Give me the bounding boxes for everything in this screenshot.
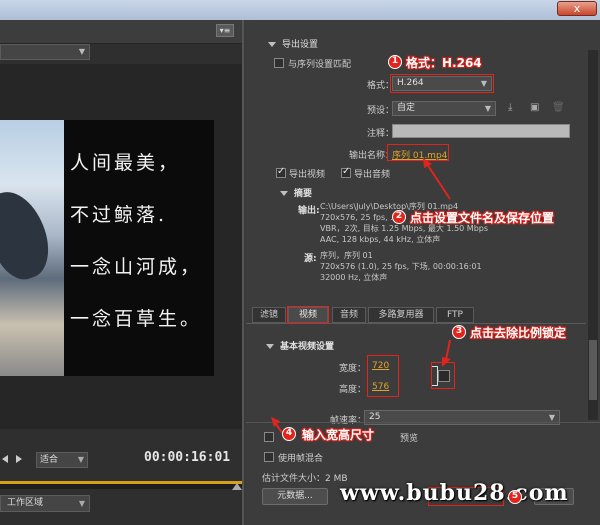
width-label: 宽度： (338, 364, 366, 374)
step-back-icon[interactable] (2, 455, 8, 463)
summary-line: 720x576 (1.0), 25 fps, 下场, 00:00:16:01 (320, 262, 482, 271)
annotation-text: 输入宽高尺寸 (302, 428, 375, 442)
source-toolbar: ▾≡ (0, 20, 242, 44)
summary-output-key: 输出: (298, 206, 320, 216)
metadata-button[interactable]: 元数据... (262, 488, 328, 505)
annotation-badge: 5 (508, 490, 522, 504)
frame-blend-checkbox[interactable] (264, 452, 274, 462)
output-name-highlight (387, 144, 449, 161)
source-dropdown[interactable]: ▼ (0, 44, 90, 60)
tab-ftp[interactable]: FTP (436, 307, 474, 323)
annotation-badge: 4 (282, 427, 296, 441)
match-sequence-checkbox[interactable] (274, 58, 284, 68)
output-name-label: 输出名称： (348, 151, 394, 161)
site-watermark: www.bubu28.com (340, 480, 569, 506)
annotation-badge: 1 (388, 55, 402, 69)
export-settings-panel: 导出设置 与序列设置匹配 格式： H.264 ▼ 预设： 自定 ▼ ⤓ ▣ 🗑 注释… (246, 20, 600, 525)
tab-multiplexer[interactable]: 多路复用器 (368, 307, 434, 323)
summary-line: 32000 Hz, 立体声 (320, 273, 388, 282)
poem-line: 不过鲸落. (70, 204, 168, 226)
delete-preset-icon[interactable]: 🗑 (552, 102, 565, 113)
import-preset-icon[interactable]: ▣ (530, 102, 539, 113)
summary-line: AAC, 128 kbps, 44 kHz, 立体声 (320, 235, 441, 244)
chevron-down-icon: ▼ (484, 104, 491, 113)
tab-audio[interactable]: 音频 (332, 307, 366, 323)
format-label: 格式： (366, 81, 394, 91)
annotation-badge: 2 (392, 210, 406, 224)
chevron-down-icon: ▼ (78, 47, 85, 56)
preset-select[interactable]: 自定 ▼ (392, 101, 496, 116)
zoom-value: 适合 (40, 455, 59, 465)
frame-blend-label: 使用帧混合 (278, 454, 324, 464)
step-forward-icon[interactable] (16, 455, 22, 463)
summary-header[interactable]: 摘要 (280, 186, 312, 199)
preset-label: 预设： (366, 106, 394, 116)
height-label: 高度： (338, 385, 366, 395)
export-audio-label: 导出音频 (354, 170, 391, 180)
workspace-label: 工作区域 (7, 498, 44, 508)
tab-video-highlight (287, 306, 329, 324)
workspace-dropdown[interactable]: 工作区域 ▼ (0, 495, 90, 512)
poem-line: 人间最美， (70, 152, 181, 174)
video-preview: 人间最美， 不过鲸落. 一念山河成， 一念百草生。 (0, 120, 214, 376)
framerate-value: 25 (369, 412, 381, 422)
export-audio-checkbox[interactable] (341, 166, 351, 178)
source-timeline[interactable] (0, 481, 242, 489)
source-monitor-panel: ▾≡ ▼ 人间最美， 不过鲸落. 一念山河成， 一念百草生。 适合 ▼ 00:00… (0, 20, 244, 525)
tab-filters[interactable]: 滤镜 (252, 307, 286, 323)
preset-value: 自定 (397, 103, 416, 113)
summary-source-key: 源: (304, 254, 317, 264)
chevron-down-icon: ▼ (78, 499, 85, 508)
chevron-down-icon: ▼ (77, 455, 84, 464)
timeline-end-marker-icon[interactable] (232, 483, 242, 490)
export-video-label: 导出视频 (289, 170, 326, 180)
export-video-checkbox[interactable] (276, 166, 286, 178)
panel-menu-icon[interactable]: ▾≡ (216, 24, 234, 37)
match-sequence-label: 与序列设置匹配 (288, 60, 352, 70)
whale-image (0, 120, 64, 376)
basic-video-header[interactable]: 基本视频设置 (266, 339, 334, 352)
export-settings-header[interactable]: 导出设置 (268, 37, 318, 50)
framerate-label: 帧速率： (329, 416, 366, 426)
poem-text: 人间最美， 不过鲸落. 一念山河成， 一念百草生。 (70, 148, 210, 356)
bottom-divider (246, 422, 600, 423)
scrollbar-thumb[interactable] (589, 340, 597, 400)
window-close-button[interactable]: x (557, 1, 597, 16)
annotation-text: 点击设置文件名及保存位置 (410, 211, 555, 225)
window-titlebar (0, 0, 600, 20)
basic-video-title: 基本视频设置 (280, 342, 335, 352)
playback-controls: 适合 ▼ 00:00:16:01 (0, 448, 242, 472)
zoom-select[interactable]: 适合 ▼ (36, 452, 88, 468)
timecode-display: 00:00:16:01 (144, 450, 231, 465)
collapse-triangle-icon (266, 344, 274, 349)
collapse-triangle-icon (268, 42, 276, 47)
aspect-lock-highlight (431, 362, 455, 389)
annotation-badge: 3 (452, 325, 466, 339)
annotation-text: 格式：H.264 (406, 56, 482, 70)
poem-line: 一念百草生。 (70, 308, 203, 330)
comment-input[interactable] (392, 124, 570, 138)
preview-option-checkbox[interactable] (264, 432, 274, 442)
annotation-text: 点击去除比例锁定 (470, 326, 567, 340)
preview-option-label: 预览 (400, 434, 419, 444)
scrollbar[interactable] (588, 50, 598, 420)
summary-title: 摘要 (294, 189, 313, 199)
comment-label: 注释： (366, 129, 394, 139)
format-highlight (390, 74, 494, 93)
save-preset-icon[interactable]: ⤓ (508, 102, 512, 113)
file-size-estimate: 估计文件大小：2 MB (262, 474, 348, 484)
size-highlight (367, 355, 399, 397)
export-settings-title: 导出设置 (282, 40, 319, 50)
poem-line: 一念山河成， (70, 256, 203, 278)
summary-source: 序列，序列 01 720x576 (1.0), 25 fps, 下场, 00:0… (320, 250, 482, 283)
collapse-triangle-icon (280, 191, 288, 196)
summary-line: 序列，序列 01 (320, 251, 373, 260)
